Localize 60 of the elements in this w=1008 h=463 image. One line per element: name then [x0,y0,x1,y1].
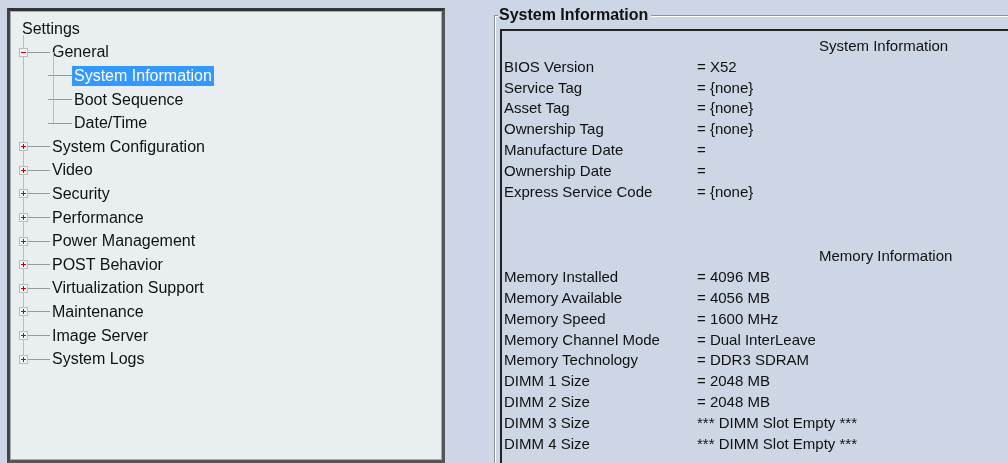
expand-toggle[interactable] [19,165,28,175]
field-value: *** DIMM Slot Empty *** [697,412,858,433]
field-label: Memory Installed [504,268,619,286]
field-label: Memory Technology [504,351,638,369]
field-label: Memory Speed [504,309,606,327]
field-value: = {none} [697,181,754,202]
expand-toggle[interactable] [19,354,28,364]
tree-item[interactable]: Performance [50,207,146,228]
group-title: System Information [498,6,652,24]
tree-item[interactable]: General [50,42,111,63]
field-value: = 4096 MB [697,267,770,288]
field-value: = [697,160,706,181]
field-value: = [697,140,706,160]
field-value: = {none} [697,119,754,140]
field-label: DIMM 4 Size [504,434,590,452]
field-label: Ownership Date [504,161,612,179]
section-heading: Memory Information [819,246,953,267]
tree-item[interactable]: System Configuration [50,136,207,157]
expand-toggle[interactable] [19,260,28,270]
field-value: = 2048 MB [697,391,770,412]
field-label: Express Service Code [504,182,653,200]
expand-toggle[interactable] [19,307,28,317]
tree-item[interactable]: Boot Sequence [72,89,186,110]
tree-item[interactable]: Image Server [50,325,151,346]
field-label: Memory Available [504,288,623,306]
field-value: = 2048 MB [697,371,770,392]
field-value: *** DIMM Slot Empty *** [697,433,858,454]
expand-toggle[interactable] [19,331,28,340]
field-label: BIOS Version [504,57,595,75]
tree-root-label[interactable]: Settings [20,18,82,39]
tree-item[interactable]: POST Behavior [50,254,165,275]
field-label: Manufacture Date [504,141,624,158]
field-value: = 1600 MHz [697,308,779,329]
expand-toggle[interactable] [19,142,28,152]
field-value: = Dual InterLeave [697,329,816,350]
tree-item[interactable]: Virtualization Support [50,278,206,299]
field-label: Asset Tag [504,99,570,117]
expand-toggle[interactable] [19,283,28,293]
field-value: = DDR3 SDRAM [697,350,810,371]
expand-toggle[interactable] [19,189,28,199]
field-value: = {none} [697,98,754,119]
tree-item[interactable]: Maintenance [50,301,146,322]
expand-toggle[interactable] [19,236,28,246]
collapse-toggle[interactable] [19,47,28,57]
tree-item[interactable]: Power Management [50,231,198,252]
field-label: Service Tag [504,78,583,96]
field-label: DIMM 1 Size [504,372,590,390]
field-value: = 4056 MB [697,287,770,308]
expand-toggle[interactable] [19,213,28,223]
tree-item[interactable]: Security [50,183,112,204]
field-label: DIMM 3 Size [504,413,590,431]
tree-item[interactable]: Video [50,160,95,181]
field-value: = {none} [697,77,754,98]
section-heading: System Information [819,36,949,56]
field-label: DIMM 2 Size [504,392,590,410]
tree-item[interactable]: System Logs [50,349,147,370]
field-label: Memory Channel Mode [504,330,660,348]
field-label: Ownership Tag [504,120,604,138]
tree-item[interactable]: Date/Time [72,113,150,134]
field-value: = X52 [697,56,737,77]
